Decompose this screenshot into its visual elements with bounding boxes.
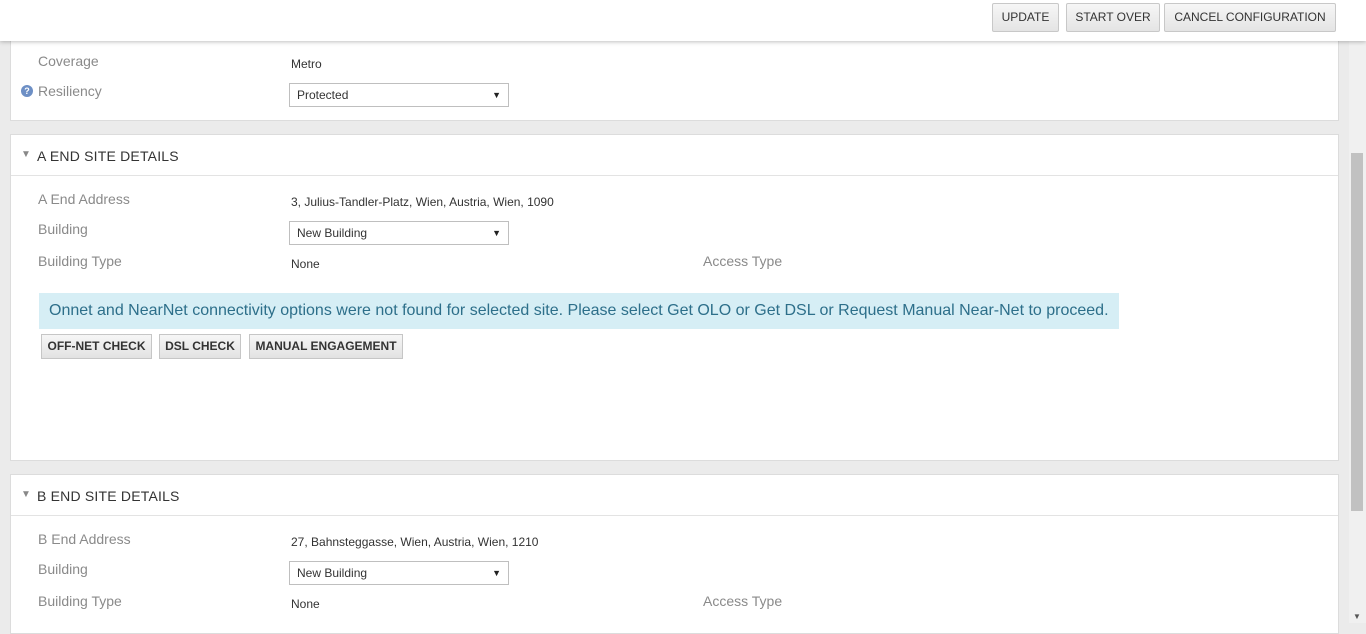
b-end-site-panel: ▼ B END SITE DETAILS B End Address 27, B… [10, 474, 1339, 634]
start-over-button[interactable]: START OVER [1066, 3, 1160, 32]
collapse-caret-icon[interactable]: ▼ [21, 489, 31, 500]
b-end-building-select[interactable]: New Building ▼ [289, 561, 509, 585]
a-end-access-type-label: Access Type [703, 253, 783, 269]
a-end-building-select-value: New Building [297, 226, 368, 240]
a-end-address-value: 3, Julius-Tandler-Platz, Wien, Austria, … [291, 195, 554, 209]
a-end-building-type-label: Building Type [38, 253, 122, 269]
help-icon[interactable]: ? [21, 85, 33, 97]
collapse-caret-icon[interactable]: ▼ [21, 149, 31, 160]
cancel-configuration-button[interactable]: CANCEL CONFIGURATION [1164, 3, 1336, 32]
b-end-building-select-value: New Building [297, 566, 368, 580]
coverage-label: Coverage [38, 53, 99, 69]
update-button[interactable]: UPDATE [992, 3, 1059, 32]
b-end-building-type-label: Building Type [38, 593, 122, 609]
dsl-check-button[interactable]: DSL CHECK [159, 334, 241, 359]
resiliency-label: Resiliency [38, 83, 102, 99]
a-end-building-select[interactable]: New Building ▼ [289, 221, 509, 245]
a-end-panel-header[interactable]: ▼ A END SITE DETAILS [11, 135, 1338, 176]
a-end-address-label: A End Address [38, 191, 130, 207]
chevron-down-icon: ▼ [492, 568, 501, 578]
coverage-value: Metro [291, 57, 322, 71]
vertical-scrollbar[interactable]: ▼ [1349, 0, 1366, 623]
b-end-address-value: 27, Bahnsteggasse, Wien, Austria, Wien, … [291, 535, 539, 549]
resiliency-select[interactable]: Protected ▼ [289, 83, 509, 107]
b-end-panel-title: B END SITE DETAILS [37, 488, 180, 504]
resiliency-select-value: Protected [297, 88, 349, 102]
chevron-down-icon: ▼ [492, 90, 501, 100]
connectivity-alert: Onnet and NearNet connectivity options w… [39, 293, 1119, 329]
b-end-building-type-value: None [291, 597, 320, 611]
manual-engagement-button[interactable]: MANUAL ENGAGEMENT [249, 334, 403, 359]
scroll-down-arrow-icon[interactable]: ▼ [1353, 612, 1361, 621]
main-content: Coverage Metro ? Resiliency Protected ▼ … [10, 0, 1339, 634]
off-net-check-button[interactable]: OFF-NET CHECK [41, 334, 152, 359]
a-end-site-panel: ▼ A END SITE DETAILS A End Address 3, Ju… [10, 134, 1339, 461]
b-end-address-label: B End Address [38, 531, 131, 547]
a-end-panel-title: A END SITE DETAILS [37, 148, 179, 164]
service-settings-panel: Coverage Metro ? Resiliency Protected ▼ [10, 30, 1339, 121]
b-end-access-type-label: Access Type [703, 593, 783, 609]
chevron-down-icon: ▼ [492, 228, 501, 238]
a-end-building-label: Building [38, 221, 88, 237]
b-end-panel-header[interactable]: ▼ B END SITE DETAILS [11, 475, 1338, 516]
scrollbar-thumb[interactable] [1351, 153, 1363, 511]
a-end-building-type-value: None [291, 257, 320, 271]
top-toolbar: UPDATE START OVER CANCEL CONFIGURATION [0, 0, 1366, 41]
b-end-building-label: Building [38, 561, 88, 577]
